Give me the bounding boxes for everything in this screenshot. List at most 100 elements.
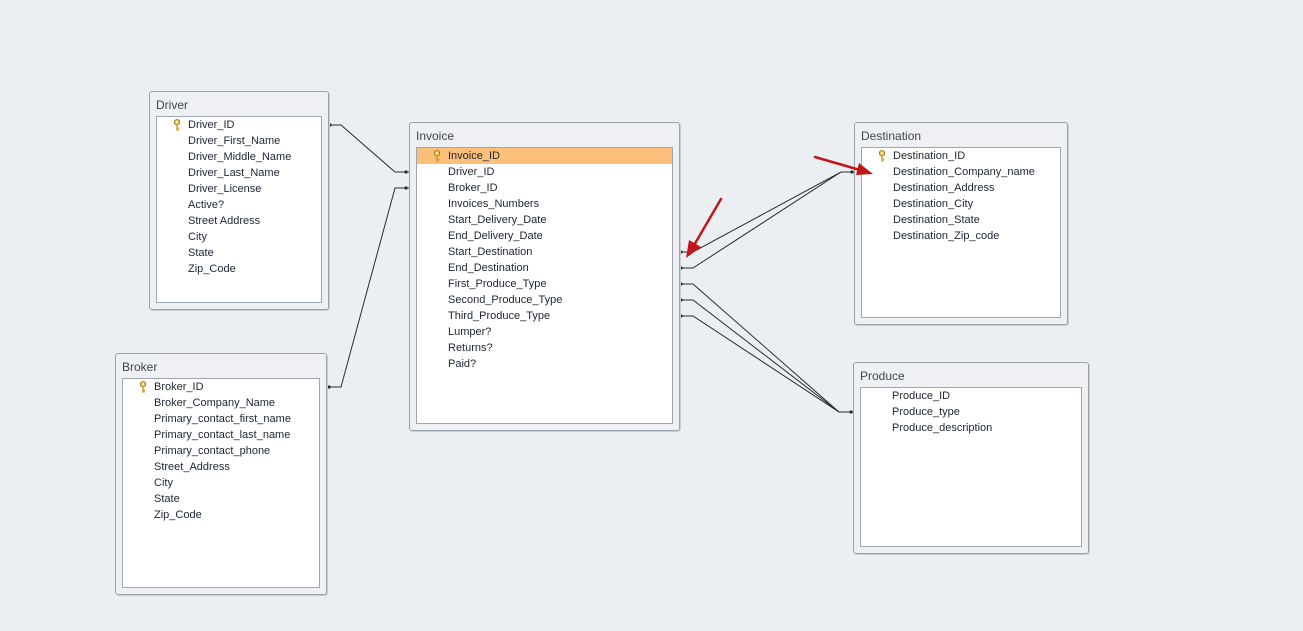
broker-field-row[interactable]: State: [123, 491, 319, 507]
destination-field-row[interactable]: Destination_Address: [862, 180, 1060, 196]
driver-field-row[interactable]: Street Address: [157, 213, 321, 229]
driver-field-label: Driver_Last_Name: [188, 167, 280, 179]
relationship-line-third-produce[interactable]: [678, 315, 854, 413]
destination-field-label: Destination_Zip_code: [893, 230, 1000, 242]
broker-field-label: Zip_Code: [154, 509, 202, 521]
invoice-field-label: Driver_ID: [448, 166, 495, 178]
table-invoice[interactable]: Invoice Invoice_ID Driver_ID Broker_ID Invo…: [409, 122, 680, 431]
invoice-field-label: Broker_ID: [448, 182, 498, 194]
table-title-driver[interactable]: Driver: [156, 98, 188, 112]
relationship-line-driver-invoice[interactable]: [327, 124, 409, 173]
driver-field-row[interactable]: City: [157, 229, 321, 245]
broker-field-label: Primary_contact_phone: [154, 445, 271, 457]
driver-field-label: Driver_ID: [188, 119, 235, 131]
broker-field-row[interactable]: Broker_ID: [123, 379, 319, 395]
table-destination[interactable]: Destination Destination_ID Destination_Co…: [854, 122, 1068, 325]
relationship-line-end-destination[interactable]: [678, 171, 855, 269]
field-list-produce[interactable]: Produce_ID Produce_type Produce_descriptio…: [860, 387, 1082, 547]
table-title-produce[interactable]: Produce: [860, 369, 905, 383]
invoice-field-row[interactable]: Lumper?: [417, 324, 672, 340]
broker-field-label: Broker_ID: [154, 381, 204, 393]
produce-field-row[interactable]: Produce_ID: [861, 388, 1081, 404]
driver-field-label: Driver_First_Name: [188, 135, 281, 147]
table-broker[interactable]: Broker Broker_ID Broker_Company_Name Prima…: [115, 353, 327, 595]
field-list-destination[interactable]: Destination_ID Destination_Company_name De…: [861, 147, 1061, 318]
destination-field-row[interactable]: Destination_State: [862, 212, 1060, 228]
produce-field-label: Produce_type: [892, 406, 960, 418]
relationship-line-first-produce[interactable]: [678, 283, 854, 413]
broker-field-row[interactable]: Broker_Company_Name: [123, 395, 319, 411]
broker-field-label: Broker_Company_Name: [154, 397, 276, 409]
driver-field-row[interactable]: Active?: [157, 197, 321, 213]
invoice-field-row[interactable]: Second_Produce_Type: [417, 292, 672, 308]
produce-field-label: Produce_ID: [892, 390, 951, 402]
destination-field-label: Destination_Address: [893, 182, 995, 194]
primary-key-icon: [173, 119, 181, 131]
invoice-field-label: Invoice_ID: [448, 150, 500, 162]
broker-field-row[interactable]: Primary_contact_phone: [123, 443, 319, 459]
destination-field-label: Destination_ID: [893, 150, 966, 162]
destination-field-row[interactable]: Destination_Zip_code: [862, 228, 1060, 244]
invoice-field-row[interactable]: Start_Delivery_Date: [417, 212, 672, 228]
invoice-field-row[interactable]: Start_Destination: [417, 244, 672, 260]
driver-field-row[interactable]: Driver_Middle_Name: [157, 149, 321, 165]
table-title-destination[interactable]: Destination: [861, 129, 921, 143]
driver-field-label: City: [188, 231, 207, 243]
driver-field-label: State: [188, 247, 214, 259]
destination-field-row[interactable]: Destination_City: [862, 196, 1060, 212]
driver-field-label: Driver_License: [188, 183, 262, 195]
table-title-invoice[interactable]: Invoice: [416, 129, 454, 143]
destination-field-row[interactable]: Destination_Company_name: [862, 164, 1060, 180]
broker-field-label: State: [154, 493, 180, 505]
driver-field-label: Zip_Code: [188, 263, 236, 275]
driver-field-row[interactable]: Driver_ID: [157, 117, 321, 133]
relationship-line-second-produce[interactable]: [678, 299, 854, 413]
invoice-field-row[interactable]: Driver_ID: [417, 164, 672, 180]
destination-field-label: Destination_City: [893, 198, 974, 210]
invoice-field-label: Start_Delivery_Date: [448, 214, 547, 226]
driver-field-row[interactable]: State: [157, 245, 321, 261]
field-list-driver[interactable]: Driver_ID Driver_First_Name Driver_Middle_…: [156, 116, 322, 303]
invoice-field-row[interactable]: Third_Produce_Type: [417, 308, 672, 324]
table-produce[interactable]: Produce Produce_ID Produce_type Produce_de…: [853, 362, 1089, 554]
invoice-field-row[interactable]: Paid?: [417, 356, 672, 372]
broker-field-label: Street_Address: [154, 461, 230, 473]
relationship-line-broker-invoice[interactable]: [326, 187, 409, 388]
driver-field-label: Driver_Middle_Name: [188, 151, 292, 163]
invoice-field-row[interactable]: First_Produce_Type: [417, 276, 672, 292]
invoice-field-row[interactable]: Broker_ID: [417, 180, 672, 196]
produce-field-label: Produce_description: [892, 422, 993, 434]
invoice-field-row[interactable]: End_Delivery_Date: [417, 228, 672, 244]
driver-field-row[interactable]: Zip_Code: [157, 261, 321, 277]
driver-field-row[interactable]: Driver_Last_Name: [157, 165, 321, 181]
broker-field-row[interactable]: Street_Address: [123, 459, 319, 475]
relationships-canvas: Driver Driver_ID Driver_First_Name Driver_…: [0, 0, 1303, 631]
driver-field-label: Street Address: [188, 215, 261, 227]
invoice-field-row[interactable]: End_Destination: [417, 260, 672, 276]
produce-field-row[interactable]: Produce_description: [861, 420, 1081, 436]
invoice-field-row[interactable]: Invoices_Numbers: [417, 196, 672, 212]
invoice-field-row[interactable]: Invoice_ID: [417, 148, 672, 164]
broker-field-label: City: [154, 477, 173, 489]
table-driver[interactable]: Driver Driver_ID Driver_First_Name Driver_…: [149, 91, 329, 310]
broker-field-row[interactable]: Primary_contact_first_name: [123, 411, 319, 427]
table-title-broker[interactable]: Broker: [122, 360, 157, 374]
invoice-field-row[interactable]: Returns?: [417, 340, 672, 356]
invoice-field-label: Second_Produce_Type: [448, 294, 563, 306]
broker-field-row[interactable]: City: [123, 475, 319, 491]
field-list-invoice[interactable]: Invoice_ID Driver_ID Broker_ID Invoices_Num…: [416, 147, 673, 424]
relationship-line-start-destination[interactable]: [678, 171, 855, 253]
destination-field-label: Destination_Company_name: [893, 166, 1035, 178]
produce-field-row[interactable]: Produce_type: [861, 404, 1081, 420]
primary-key-icon: [139, 381, 147, 393]
broker-field-label: Primary_contact_last_name: [154, 429, 291, 441]
driver-field-row[interactable]: Driver_First_Name: [157, 133, 321, 149]
invoice-field-label: Invoices_Numbers: [448, 198, 540, 210]
field-list-broker[interactable]: Broker_ID Broker_Company_Name Primary_cont…: [122, 378, 320, 588]
driver-field-row[interactable]: Driver_License: [157, 181, 321, 197]
broker-field-row[interactable]: Primary_contact_last_name: [123, 427, 319, 443]
destination-field-row[interactable]: Destination_ID: [862, 148, 1060, 164]
primary-key-icon: [433, 150, 441, 162]
invoice-field-label: Returns?: [448, 342, 493, 354]
broker-field-row[interactable]: Zip_Code: [123, 507, 319, 523]
